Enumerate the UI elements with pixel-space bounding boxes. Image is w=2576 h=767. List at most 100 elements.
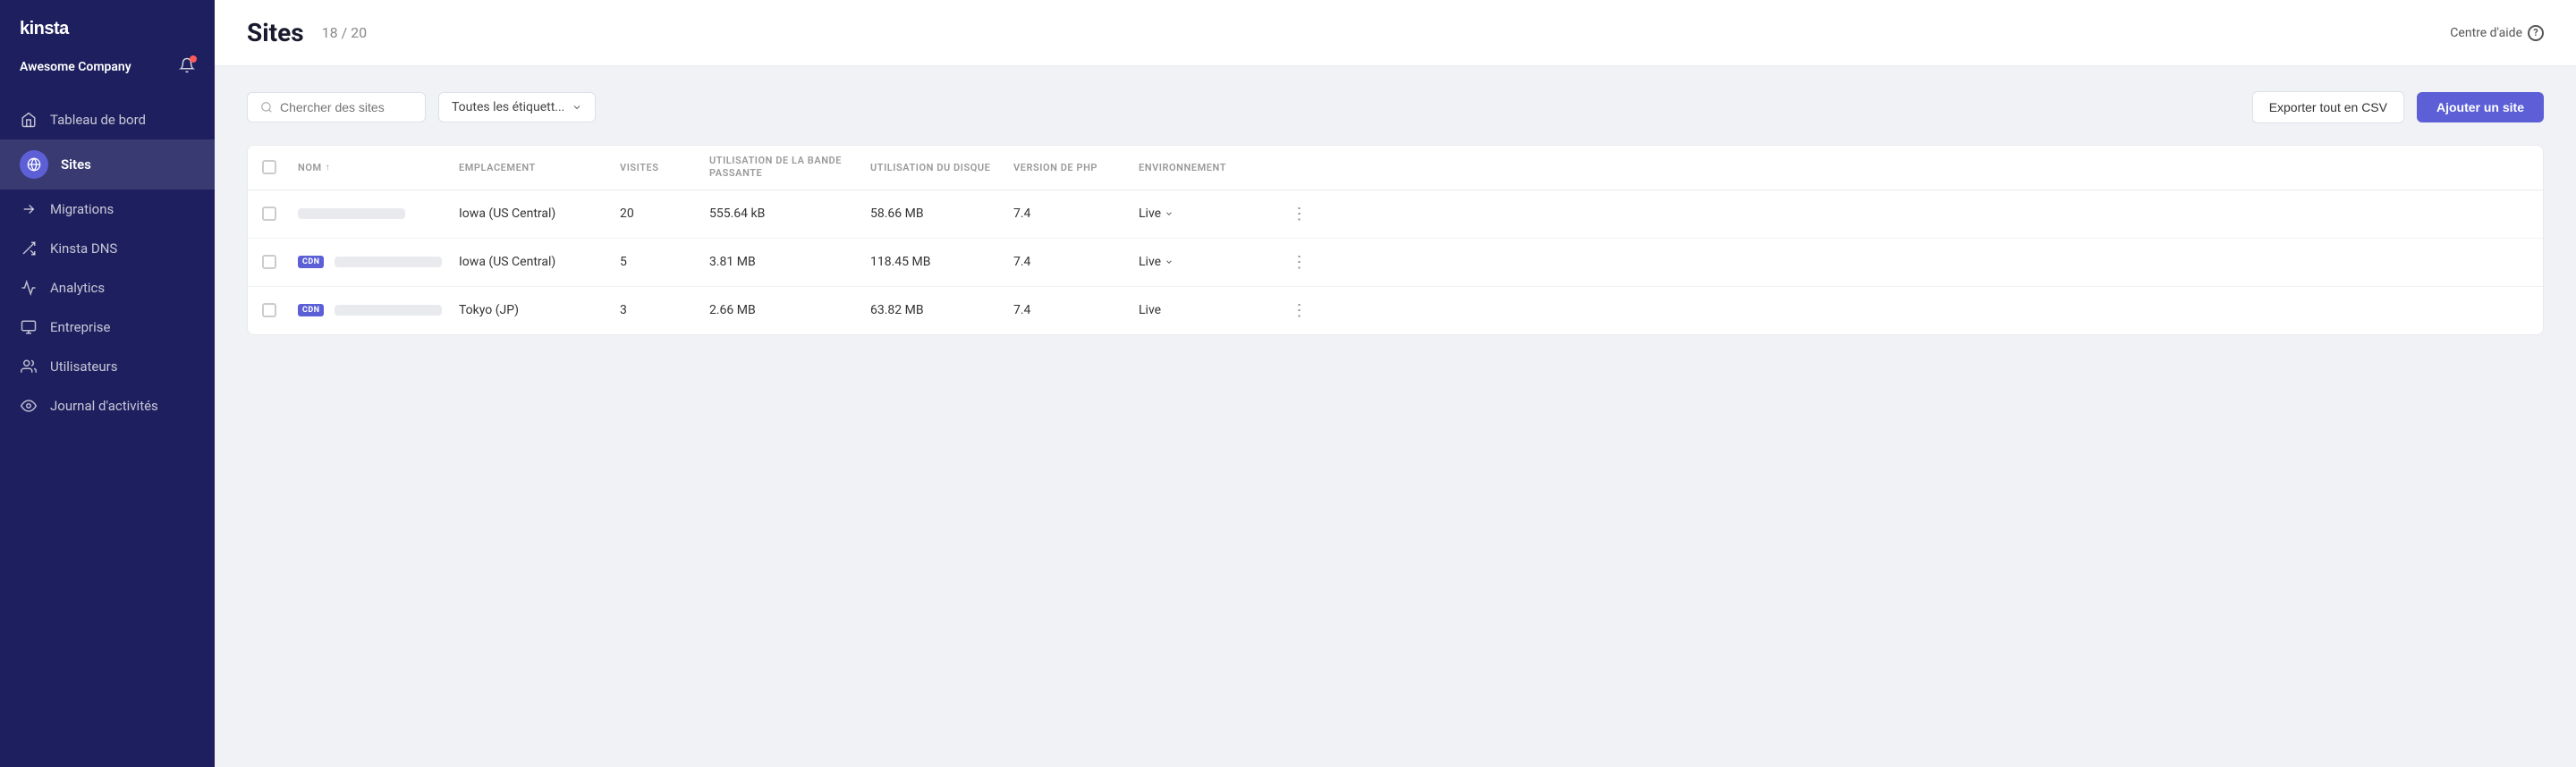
row3-disk: 63.82 MB xyxy=(870,303,1013,317)
row3-env-badge[interactable]: Live xyxy=(1139,303,1282,317)
help-link[interactable]: Centre d'aide ? xyxy=(2450,25,2544,41)
sites-table: NOM ↑ EMPLACEMENT VISITES UTILISATION DE… xyxy=(247,145,2544,335)
home-icon xyxy=(20,111,38,129)
chevron-down-icon xyxy=(572,102,582,113)
row2-bandwidth: 3.81 MB xyxy=(709,255,870,269)
row2-location: Iowa (US Central) xyxy=(459,255,620,269)
row2-more-button[interactable]: ⋮ xyxy=(1282,253,1318,272)
journal-icon xyxy=(20,397,38,415)
help-icon: ? xyxy=(2528,25,2544,41)
row1-visits: 20 xyxy=(620,206,709,221)
sidebar-item-sites[interactable]: Sites xyxy=(0,139,215,190)
sidebar-item-migrations[interactable]: Migrations xyxy=(0,190,215,229)
th-actions xyxy=(1282,155,1318,181)
th-location: EMPLACEMENT xyxy=(459,155,620,181)
row3-more-button[interactable]: ⋮ xyxy=(1282,301,1318,320)
search-icon xyxy=(260,101,273,114)
sites-icon xyxy=(20,150,48,179)
row2-disk: 118.45 MB xyxy=(870,255,1013,269)
th-disk: UTILISATION DU DISQUE xyxy=(870,155,1013,181)
header-left: Sites 18 / 20 xyxy=(247,18,367,47)
sidebar-item-dns[interactable]: Kinsta DNS xyxy=(0,229,215,268)
th-name: NOM ↑ xyxy=(298,155,459,181)
row1-env-badge[interactable]: Live xyxy=(1139,206,1282,221)
row2-env-label: Live xyxy=(1139,255,1161,269)
help-label: Centre d'aide xyxy=(2450,26,2522,40)
th-bandwidth: UTILISATION DE LA BANDE PASSANTE xyxy=(709,155,870,181)
logo-area: kinsta xyxy=(0,0,215,52)
add-site-button[interactable]: Ajouter un site xyxy=(2417,92,2544,122)
row2-env-badge[interactable]: Live xyxy=(1139,255,1282,269)
sidebar-item-dashboard[interactable]: Tableau de bord xyxy=(0,100,215,139)
sidebar-item-entreprise[interactable]: Entreprise xyxy=(0,308,215,347)
sidebar-item-analytics[interactable]: Analytics xyxy=(0,268,215,308)
row3-name-cell: CDN xyxy=(298,304,459,316)
utilisateurs-icon xyxy=(20,358,38,375)
notification-bell[interactable] xyxy=(179,57,195,77)
sidebar-item-utilisateurs[interactable]: Utilisateurs xyxy=(0,347,215,386)
sidebar-item-label-dns: Kinsta DNS xyxy=(50,240,117,257)
row1-php: 7.4 xyxy=(1013,206,1139,221)
sidebar: kinsta Awesome Company Tableau de bord xyxy=(0,0,215,767)
sidebar-item-label-analytics: Analytics xyxy=(50,280,105,296)
filter-label: Toutes les étiquett... xyxy=(452,100,564,114)
row1-disk: 58.66 MB xyxy=(870,206,1013,221)
row3-env-label: Live xyxy=(1139,303,1161,317)
th-env: ENVIRONNEMENT xyxy=(1139,155,1282,181)
sidebar-item-label-entreprise: Entreprise xyxy=(50,319,110,335)
row1-checkbox[interactable] xyxy=(262,206,276,221)
row1-more-button[interactable]: ⋮ xyxy=(1282,205,1318,223)
cdn-badge: CDN xyxy=(298,256,324,268)
sidebar-nav: Tableau de bord Sites Migrations xyxy=(0,93,215,767)
table-row: CDN Tokyo (JP) 3 2.66 MB 63.82 MB 7.4 Li… xyxy=(248,287,2543,334)
row3-visits: 3 xyxy=(620,303,709,317)
row3-env: Live xyxy=(1139,303,1282,317)
chevron-down-icon xyxy=(1165,257,1174,266)
table-header: NOM ↑ EMPLACEMENT VISITES UTILISATION DE… xyxy=(248,146,2543,190)
entreprise-icon xyxy=(20,318,38,336)
select-all-checkbox[interactable] xyxy=(262,160,276,174)
th-php: VERSION DE PHP xyxy=(1013,155,1139,181)
row1-env-label: Live xyxy=(1139,206,1161,221)
row1-site-name-bar xyxy=(298,208,405,219)
analytics-icon xyxy=(20,279,38,297)
content-area: Toutes les étiquett... Exporter tout en … xyxy=(215,66,2576,767)
row3-php: 7.4 xyxy=(1013,303,1139,317)
company-name: Awesome Company xyxy=(20,60,131,74)
row1-name-cell xyxy=(298,208,459,219)
table-row: Iowa (US Central) 20 555.64 kB 58.66 MB … xyxy=(248,190,2543,239)
row1-checkbox-cell xyxy=(262,206,298,221)
svg-text:kinsta: kinsta xyxy=(20,19,70,38)
sidebar-item-label-utilisateurs: Utilisateurs xyxy=(50,358,117,375)
row2-site-name-bar xyxy=(335,257,442,267)
row1-env: Live xyxy=(1139,206,1282,221)
row2-name-cell: CDN xyxy=(298,256,459,268)
filter-dropdown[interactable]: Toutes les étiquett... xyxy=(438,92,596,122)
sidebar-item-journal[interactable]: Journal d'activités xyxy=(0,386,215,426)
row3-bandwidth: 2.66 MB xyxy=(709,303,870,317)
export-button[interactable]: Exporter tout en CSV xyxy=(2252,91,2404,123)
sidebar-item-label-journal: Journal d'activités xyxy=(50,398,158,414)
search-box[interactable] xyxy=(247,92,426,122)
migrations-icon xyxy=(20,200,38,218)
row2-checkbox[interactable] xyxy=(262,255,276,269)
th-visits: VISITES xyxy=(620,155,709,181)
page-header: Sites 18 / 20 Centre d'aide ? xyxy=(215,0,2576,66)
row2-php: 7.4 xyxy=(1013,255,1139,269)
row3-site-name-bar xyxy=(335,305,442,316)
sort-arrow-icon: ↑ xyxy=(326,163,331,173)
row1-location: Iowa (US Central) xyxy=(459,206,620,221)
row2-env: Live xyxy=(1139,255,1282,269)
sidebar-item-label-sites: Sites xyxy=(61,156,91,173)
kinsta-logo: kinsta xyxy=(20,18,91,43)
sidebar-item-label-dashboard: Tableau de bord xyxy=(50,112,146,128)
page-title: Sites xyxy=(247,18,304,47)
search-input[interactable] xyxy=(280,100,412,114)
row3-checkbox[interactable] xyxy=(262,303,276,317)
cdn-badge: CDN xyxy=(298,304,324,316)
toolbar: Toutes les étiquett... Exporter tout en … xyxy=(247,91,2544,123)
sidebar-item-label-migrations: Migrations xyxy=(50,201,114,217)
row2-checkbox-cell xyxy=(262,255,298,269)
sites-count: 18 / 20 xyxy=(322,24,368,41)
notification-dot xyxy=(190,55,197,63)
